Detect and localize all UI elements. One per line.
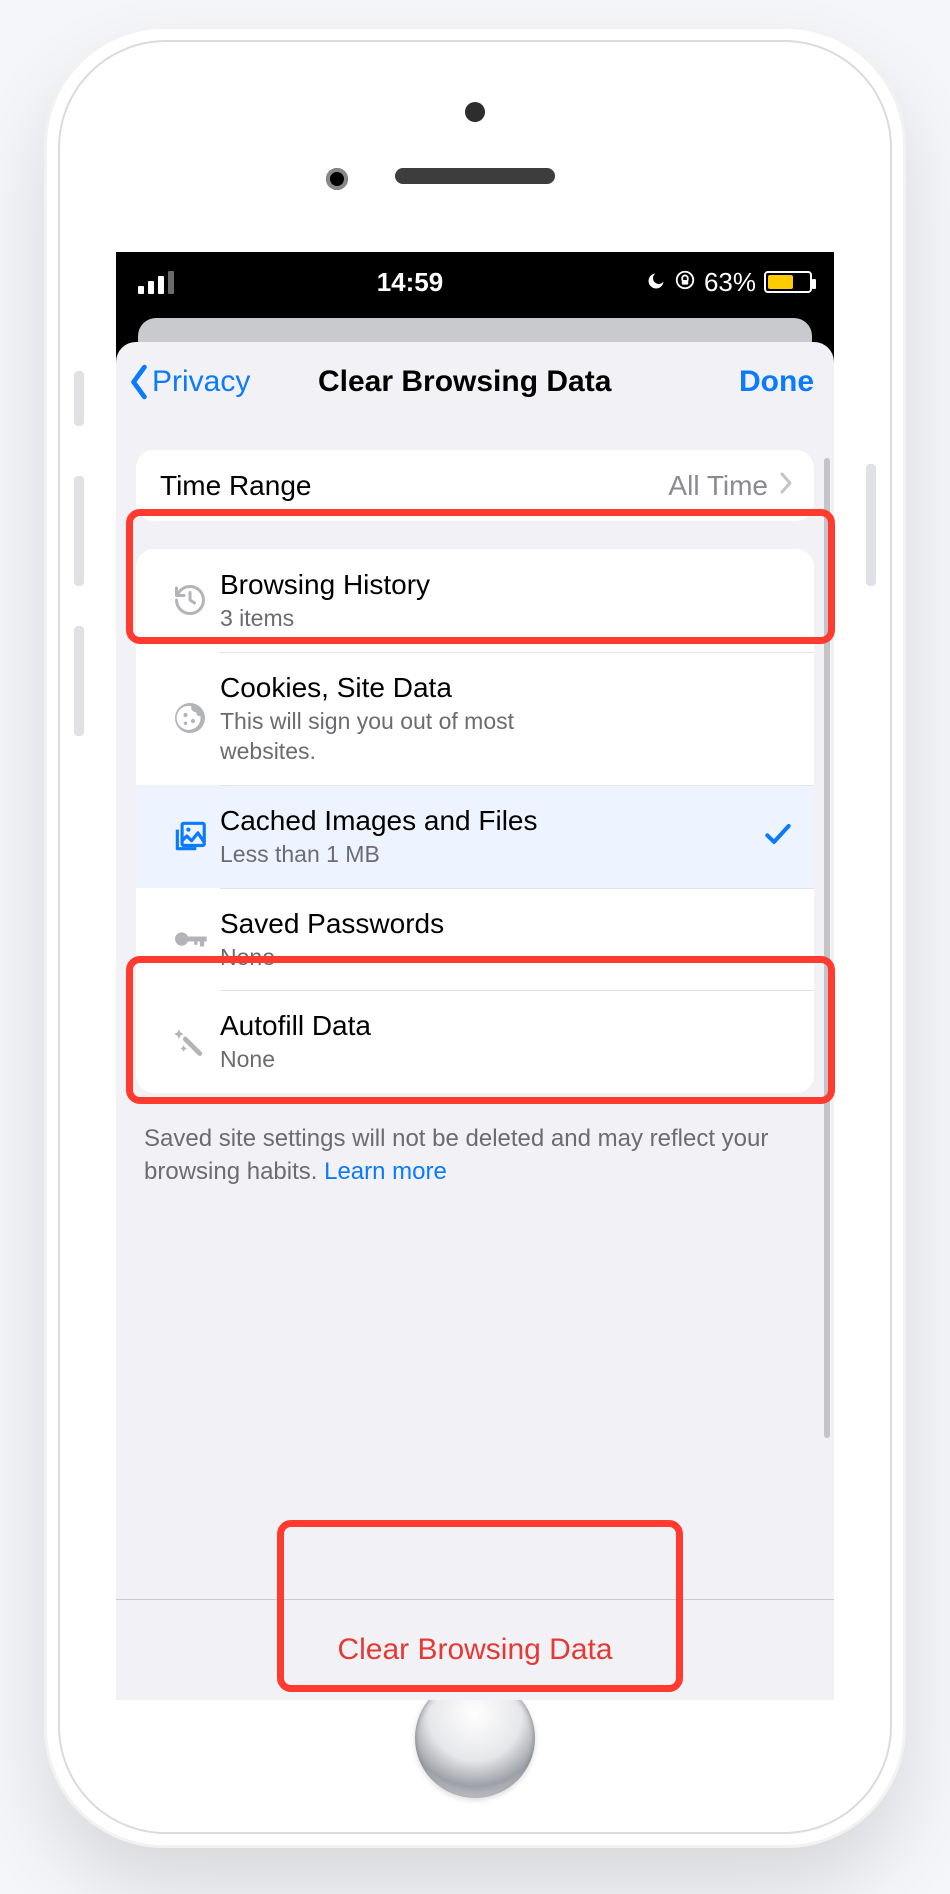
clear-browsing-data-button[interactable]: Clear Browsing Data bbox=[337, 1633, 612, 1667]
images-icon bbox=[160, 817, 220, 855]
row-sub: 3 items bbox=[220, 604, 794, 634]
page-title: Clear Browsing Data bbox=[190, 365, 739, 399]
row-title: Browsing History bbox=[220, 567, 794, 602]
history-icon bbox=[160, 582, 220, 618]
scroll-indicator[interactable] bbox=[824, 458, 830, 1438]
chevron-right-icon bbox=[778, 469, 794, 502]
row-saved-passwords[interactable]: Saved Passwords None bbox=[136, 888, 814, 991]
done-button[interactable]: Done bbox=[739, 365, 814, 399]
row-title: Saved Passwords bbox=[220, 906, 794, 941]
time-range-row[interactable]: Time Range All Time bbox=[136, 450, 814, 521]
footer-note: Saved site settings will not be deleted … bbox=[144, 1123, 806, 1188]
time-range-value: All Time bbox=[668, 470, 768, 502]
do-not-disturb-icon bbox=[646, 267, 666, 298]
battery-percentage: 63% bbox=[704, 267, 756, 298]
modal-sheet: Privacy Clear Browsing Data Done Time Ra… bbox=[116, 342, 834, 1700]
row-sub: None bbox=[220, 943, 794, 973]
screen: 14:59 63% Privacy bbox=[116, 252, 834, 1700]
row-sub: None bbox=[220, 1045, 794, 1075]
learn-more-link[interactable]: Learn more bbox=[324, 1158, 447, 1185]
nav-bar: Privacy Clear Browsing Data Done bbox=[116, 342, 834, 422]
orientation-lock-icon bbox=[674, 267, 696, 298]
status-bar: 14:59 63% bbox=[116, 252, 834, 312]
time-range-label: Time Range bbox=[160, 468, 668, 503]
row-cookies[interactable]: Cookies, Site Data This will sign you ou… bbox=[136, 652, 814, 785]
row-sub: This will sign you out of most websites. bbox=[220, 707, 540, 767]
status-time: 14:59 bbox=[377, 267, 444, 298]
row-cached-images[interactable]: Cached Images and Files Less than 1 MB bbox=[136, 785, 814, 888]
signal-strength-icon bbox=[138, 271, 174, 294]
cookie-icon bbox=[160, 700, 220, 736]
autofill-wand-icon bbox=[160, 1023, 220, 1061]
time-range-card: Time Range All Time bbox=[136, 450, 814, 521]
row-browsing-history[interactable]: Browsing History 3 items bbox=[136, 549, 814, 652]
row-title: Autofill Data bbox=[220, 1008, 794, 1043]
row-autofill[interactable]: Autofill Data None bbox=[136, 990, 814, 1093]
phone-frame: 14:59 63% Privacy bbox=[44, 26, 906, 1848]
row-title: Cookies, Site Data bbox=[220, 670, 794, 705]
row-title: Cached Images and Files bbox=[220, 803, 762, 838]
clear-bar: Clear Browsing Data bbox=[116, 1599, 834, 1700]
row-sub: Less than 1 MB bbox=[220, 840, 762, 870]
key-icon bbox=[160, 919, 220, 959]
data-types-card: Browsing History 3 items Cookies, Site D… bbox=[136, 549, 814, 1093]
checkmark-icon bbox=[762, 818, 794, 855]
battery-icon bbox=[764, 271, 812, 293]
